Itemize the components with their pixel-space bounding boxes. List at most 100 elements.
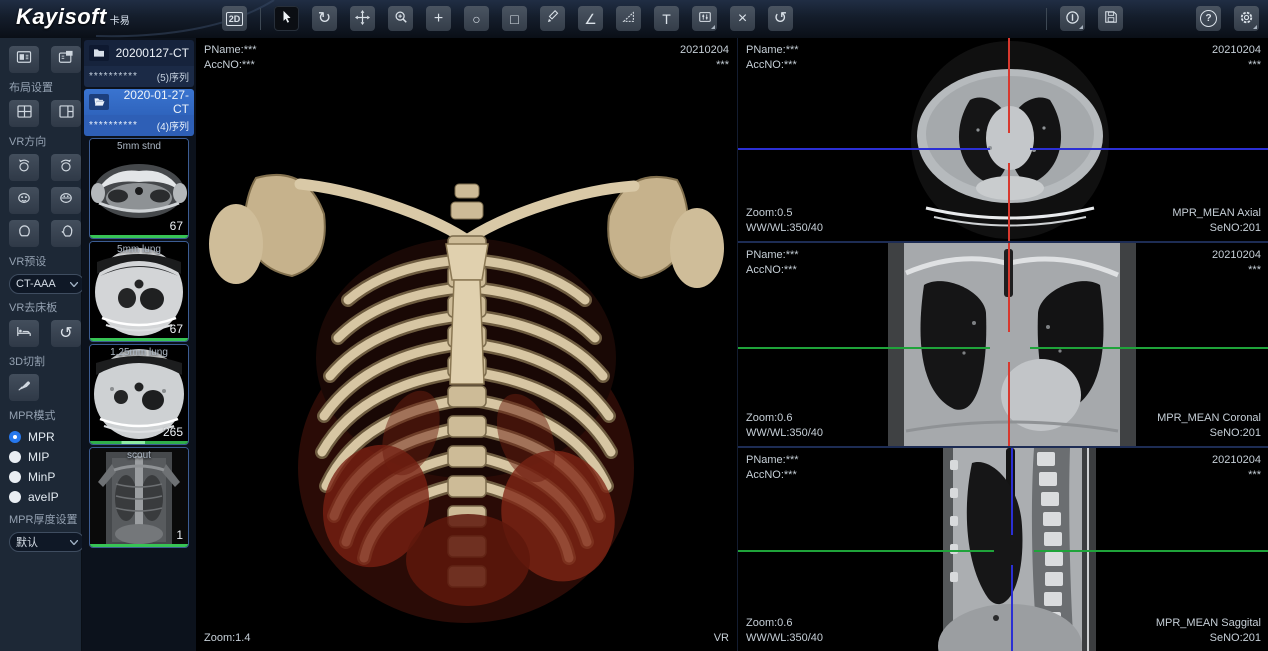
tool-zoom-button[interactable]: [388, 6, 413, 31]
toolbar-report-group: [1046, 6, 1123, 31]
tool-2d-layout-button[interactable]: 2D: [222, 6, 247, 31]
tool-window-level-button[interactable]: [692, 6, 717, 31]
thumbnail-label: 5mm stnd: [90, 141, 188, 152]
axial-crosshair-horizontal[interactable]: [738, 148, 990, 150]
axial-crosshair-horizontal[interactable]: [1030, 148, 1268, 150]
vr-preset-select[interactable]: CT-AAA: [9, 274, 85, 294]
mpr-coronal-viewport[interactable]: PName:*** AccNO:*** 20210204 *** Zoom:0.…: [738, 243, 1268, 448]
mpr-axial-viewport[interactable]: PName:*** AccNO:*** 20210204 *** Zoom:0.…: [738, 38, 1268, 243]
thumbnail-image-count: 67: [170, 322, 183, 336]
2d-icon: 2D: [226, 12, 244, 26]
study-series-count: (5)序列: [157, 69, 189, 84]
series-thumbnail-5mm-stnd[interactable]: 5mm stnd 67: [89, 138, 189, 239]
coronal-crosshair-vertical[interactable]: [1008, 243, 1010, 332]
sagittal-crosshair-vertical[interactable]: [1011, 565, 1013, 651]
series-thumbnail-125mm-lung[interactable]: 1.25mm lung 265: [89, 344, 189, 445]
vr-type-overlay: VR: [714, 631, 729, 646]
vr-preset-value: CT-AAA: [16, 278, 56, 290]
gear-icon: [1239, 10, 1254, 28]
layout-grid-2x2-button[interactable]: [9, 100, 39, 127]
tool-angle-button[interactable]: ∠: [578, 6, 603, 31]
tool-cursor-button[interactable]: [274, 6, 299, 31]
thumbnail-image-count: 67: [170, 219, 183, 233]
logo-text: Kayisoft: [16, 4, 107, 30]
axial-type: MPR_MEAN Axial: [1172, 206, 1261, 221]
mpr-thickness-label: MPR厚度设置: [9, 511, 81, 527]
vr-bed-label: VR去床板: [9, 299, 81, 315]
sagittal-crosshair-vertical[interactable]: [1011, 448, 1013, 535]
axial-type-overlay: MPR_MEAN Axial SeNO:201: [1172, 206, 1261, 236]
head-front-view-button[interactable]: [9, 220, 39, 247]
vr-3d-viewport[interactable]: PName:*** AccNO:*** 20210204 *** Zoom:1.…: [196, 38, 737, 651]
report-info-icon: [1065, 10, 1080, 28]
delete-x-icon: ×: [738, 11, 747, 27]
pan-icon: [355, 10, 370, 28]
mpr-mode-option-mpr[interactable]: MPR: [9, 428, 81, 446]
mpr-mode-option-minp[interactable]: MinP: [9, 468, 81, 486]
coronal-crosshair-horizontal[interactable]: [1030, 347, 1268, 349]
coronal-crosshair-vertical[interactable]: [1008, 362, 1010, 446]
coronal-zoom-overlay: Zoom:0.6 WW/WL:350/40: [746, 411, 823, 441]
save-button[interactable]: [1098, 6, 1123, 31]
vr-ribcage-render: [196, 38, 737, 651]
crosshair-icon: +: [434, 11, 443, 27]
grid-2x2-icon: [17, 105, 32, 123]
vr-direction-row3: [9, 220, 81, 247]
restore-reset-icon: ↺: [59, 326, 72, 342]
tool-rotate3d-button[interactable]: ↻: [312, 6, 337, 31]
tool-ellipse-roi-button[interactable]: ○: [464, 6, 489, 31]
mpr-thickness-select[interactable]: 默认: [9, 532, 85, 552]
mpr-mode-option-mip[interactable]: MIP: [9, 448, 81, 466]
sagittal-crosshair-horizontal[interactable]: [738, 550, 994, 552]
axial-seno: SeNO:201: [1172, 221, 1261, 236]
vr-accno: AccNO:***: [204, 58, 257, 73]
scalpel-cut-button[interactable]: [9, 374, 39, 401]
vr-patient-overlay: PName:*** AccNO:***: [204, 43, 257, 73]
restore-bed-button[interactable]: ↺: [51, 320, 81, 347]
study-patient-masked: **********: [89, 71, 138, 82]
series-thumbnail-5mm-lung[interactable]: 5mm lung 67: [89, 241, 189, 342]
sagittal-crosshair-horizontal[interactable]: [1034, 550, 1268, 552]
mpr-mode-option-aveip[interactable]: aveIP: [9, 488, 81, 506]
rotate-head-left-button[interactable]: [9, 154, 39, 181]
tool-rect-roi-button[interactable]: □: [502, 6, 527, 31]
series-panel: 20200127-CT ********** (5)序列 2020-01-27-…: [82, 38, 196, 651]
tool-crosshair-button[interactable]: +: [426, 6, 451, 31]
tool-measure-button[interactable]: [540, 6, 565, 31]
rotate-head-left-icon: [16, 158, 32, 178]
settings-button[interactable]: [1234, 6, 1259, 31]
mpr-option-label: MPR: [28, 430, 55, 444]
layout-right-split-button[interactable]: [51, 100, 81, 127]
study-item-2-selected[interactable]: 2020-01-27-CT ********** (4)序列: [84, 89, 194, 136]
layout-flip-panel-button[interactable]: [51, 46, 81, 73]
mpr-option-label: aveIP: [28, 490, 59, 504]
study-series-count: (4)序列: [157, 118, 189, 133]
coronal-crosshair-horizontal[interactable]: [738, 347, 990, 349]
axial-crosshair-vertical[interactable]: [1008, 163, 1010, 241]
mpr-sagittal-viewport[interactable]: PName:*** AccNO:*** 20210204 *** Zoom:0.…: [738, 448, 1268, 651]
reset-icon: ↺: [774, 11, 787, 27]
tool-cobb-angle-button[interactable]: [616, 6, 641, 31]
tilt-head-back-button[interactable]: [51, 187, 81, 214]
help-button[interactable]: ?: [1196, 6, 1221, 31]
remove-bed-button[interactable]: [9, 320, 39, 347]
report-button[interactable]: [1060, 6, 1085, 31]
tool-text-annotation-button[interactable]: T: [654, 6, 679, 31]
coronal-patient-overlay: PName:*** AccNO:***: [746, 248, 799, 278]
rotate-head-right-button[interactable]: [51, 154, 81, 181]
vr-pname: PName:***: [204, 43, 257, 58]
tool-pan-button[interactable]: [350, 6, 375, 31]
rotate-3d-icon: ↻: [318, 11, 331, 27]
top-toolbar: Kayisoft 卡易 2D ↻ + ○ □ ∠: [0, 0, 1268, 38]
study-item-1[interactable]: 20200127-CT ********** (5)序列: [84, 40, 194, 87]
thumbnail-label: scout: [90, 450, 188, 461]
sagittal-seno: SeNO:201: [1156, 631, 1261, 646]
series-thumbnail-scout[interactable]: scout 1: [89, 447, 189, 548]
tool-reset-button[interactable]: ↺: [768, 6, 793, 31]
radio-icon: [9, 491, 21, 503]
series-list-panel-button[interactable]: [9, 46, 39, 73]
axial-crosshair-vertical[interactable]: [1008, 38, 1010, 133]
tool-delete-button[interactable]: ×: [730, 6, 755, 31]
head-side-view-button[interactable]: [51, 220, 81, 247]
tilt-head-forward-button[interactable]: [9, 187, 39, 214]
